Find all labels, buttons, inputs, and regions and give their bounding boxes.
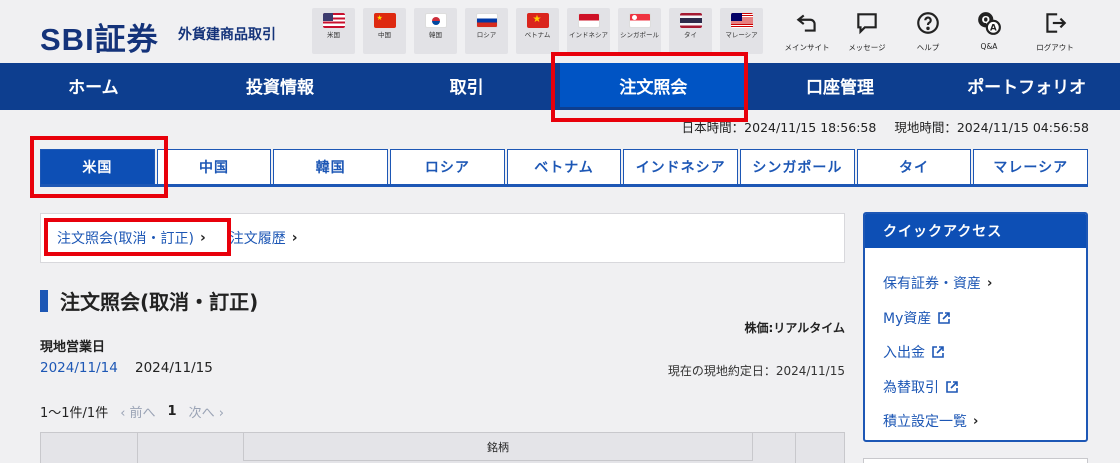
chevron-right-icon: › [973,413,979,429]
page-title: 注文照会(取消・訂正) [60,290,259,314]
help-icon [917,12,939,34]
id-flag-icon [577,13,600,28]
help-button[interactable]: ヘルプ [898,10,958,53]
table-header-column [795,433,796,463]
main-site-button[interactable]: メインサイト [777,10,837,53]
country-tabs: 米国 中国 韓国 ロシア ベトナム インドネシア シンガポール タイ マレーシア [40,149,1089,184]
qa-holdings-link[interactable]: 保有証券・資産 › [883,266,1086,301]
japan-time: 日本時間：2024/11/15 18:56:58 [681,120,877,135]
nav-account-management[interactable]: 口座管理 [747,63,934,107]
next-panel-edge [863,458,1088,463]
nav-home[interactable]: ホーム [0,63,187,107]
flag-label: タイ [684,31,697,39]
settlement-date: 現在の現地約定日：2024/11/15 [667,364,845,378]
table-header-meigara: 銘柄 [243,433,753,461]
local-time: 現地時間：2024/11/15 04:56:58 [894,120,1089,135]
quick-access-panel: クイックアクセス 保有証券・資産 › My資産 入出金 為替取引 積立設定一覧 … [863,212,1088,442]
flag-label: シンガポール [620,31,659,39]
tab-china[interactable]: 中国 [156,149,272,184]
highlight-subnav-cancel [44,218,231,256]
page-title-row: 注文照会(取消・訂正) [40,286,258,315]
pager: 1～1件/1件 ‹ 前へ 1 次へ › [40,402,224,421]
next-page-link[interactable]: 次へ › [189,402,224,421]
price-mode-label: 株価:リアルタイム [744,321,845,335]
chevron-right-icon: › [291,230,298,246]
flag-button-sg[interactable]: シンガポール [618,8,661,54]
flag-label: ベトナム [524,31,551,39]
flag-button-kr[interactable]: 韓国 [414,8,457,54]
quick-access-title: クイックアクセス [865,214,1086,248]
flag-button-cn[interactable]: ★ 中国 [363,8,406,54]
country-tabs-underline [40,184,1088,187]
external-link-icon [938,311,951,324]
flag-button-id[interactable]: インドネシア [567,8,610,54]
kr-flag-icon [424,13,447,28]
svg-text:A: A [990,24,997,34]
tab-malaysia[interactable]: マレーシア [973,149,1089,184]
message-icon [857,13,877,35]
flag-label: 中国 [378,31,391,39]
logo-subtitle: 外貨建商品取引 [178,27,276,43]
tab-thailand[interactable]: タイ [856,149,972,184]
logout-button[interactable]: ログアウト [1025,10,1085,53]
tab-vietnam[interactable]: ベトナム [506,149,622,184]
message-button[interactable]: メッセージ [837,10,897,53]
qa-button[interactable]: Q A Q&A [959,10,1019,51]
nav-investment-info[interactable]: 投資情報 [187,63,374,107]
qa-icon: Q A [978,12,1001,35]
country-flag-bar: 米国 ★ 中国 韓国 ロシア ★ ベトナム インドネシア シンガポール タイ マ… [312,8,763,54]
title-accent-bar [40,289,48,312]
current-page: 1 [167,404,177,419]
subnav-order-history[interactable]: 注文履歴 › [230,228,298,248]
us-flag-icon [322,13,345,28]
flag-label: マレーシア [725,31,758,39]
flag-label: 米国 [327,31,340,39]
external-link-icon [932,346,944,359]
return-icon [796,14,816,32]
flag-button-us[interactable]: 米国 [312,8,355,54]
previous-date-link[interactable]: 2024/11/14 [40,360,118,376]
tab-korea[interactable]: 韓国 [273,149,389,184]
sg-flag-icon [628,13,651,28]
qa-deposit-link[interactable]: 入出金 [883,335,1086,370]
nav-portfolio[interactable]: ポートフォリオ [933,63,1120,107]
flag-button-ru[interactable]: ロシア [465,8,508,54]
result-count: 1～1件/1件 [40,406,109,421]
prev-page-link[interactable]: ‹ 前へ [120,402,155,421]
flag-button-my[interactable]: マレーシア [720,8,763,54]
table-header-column [137,433,138,463]
tab-singapore[interactable]: シンガポール [740,149,855,184]
chevron-right-icon: › [987,275,993,291]
logout-icon [1046,13,1067,33]
local-business-day-label: 現地営業日 [40,340,106,355]
th-flag-icon [679,13,702,28]
nav-trade[interactable]: 取引 [373,63,560,107]
qa-fx-trade-link[interactable]: 為替取引 [883,370,1086,405]
cn-flag-icon: ★ [373,13,396,28]
flag-label: インドネシア [569,31,608,39]
flag-button-vn[interactable]: ★ ベトナム [516,8,559,54]
orders-table-header: 銘柄 [40,432,845,463]
external-link-icon [946,380,958,393]
sbi-logo[interactable]: SBI証券 [40,14,159,59]
highlight-nav-order-inquiry [551,52,748,122]
flag-label: 韓国 [429,31,442,39]
flag-label: ロシア [476,31,497,39]
vn-flag-icon: ★ [526,13,549,28]
qa-my-assets-link[interactable]: My資産 [883,301,1086,336]
highlight-tab-us [30,136,168,198]
current-date: 2024/11/15 [135,360,213,376]
tab-indonesia[interactable]: インドネシア [623,149,739,184]
tab-russia[interactable]: ロシア [390,149,505,184]
ru-flag-icon [475,13,498,28]
my-flag-icon [730,13,753,28]
flag-button-th[interactable]: タイ [669,8,712,54]
qa-savings-settings-link[interactable]: 積立設定一覧 › [883,404,1086,439]
